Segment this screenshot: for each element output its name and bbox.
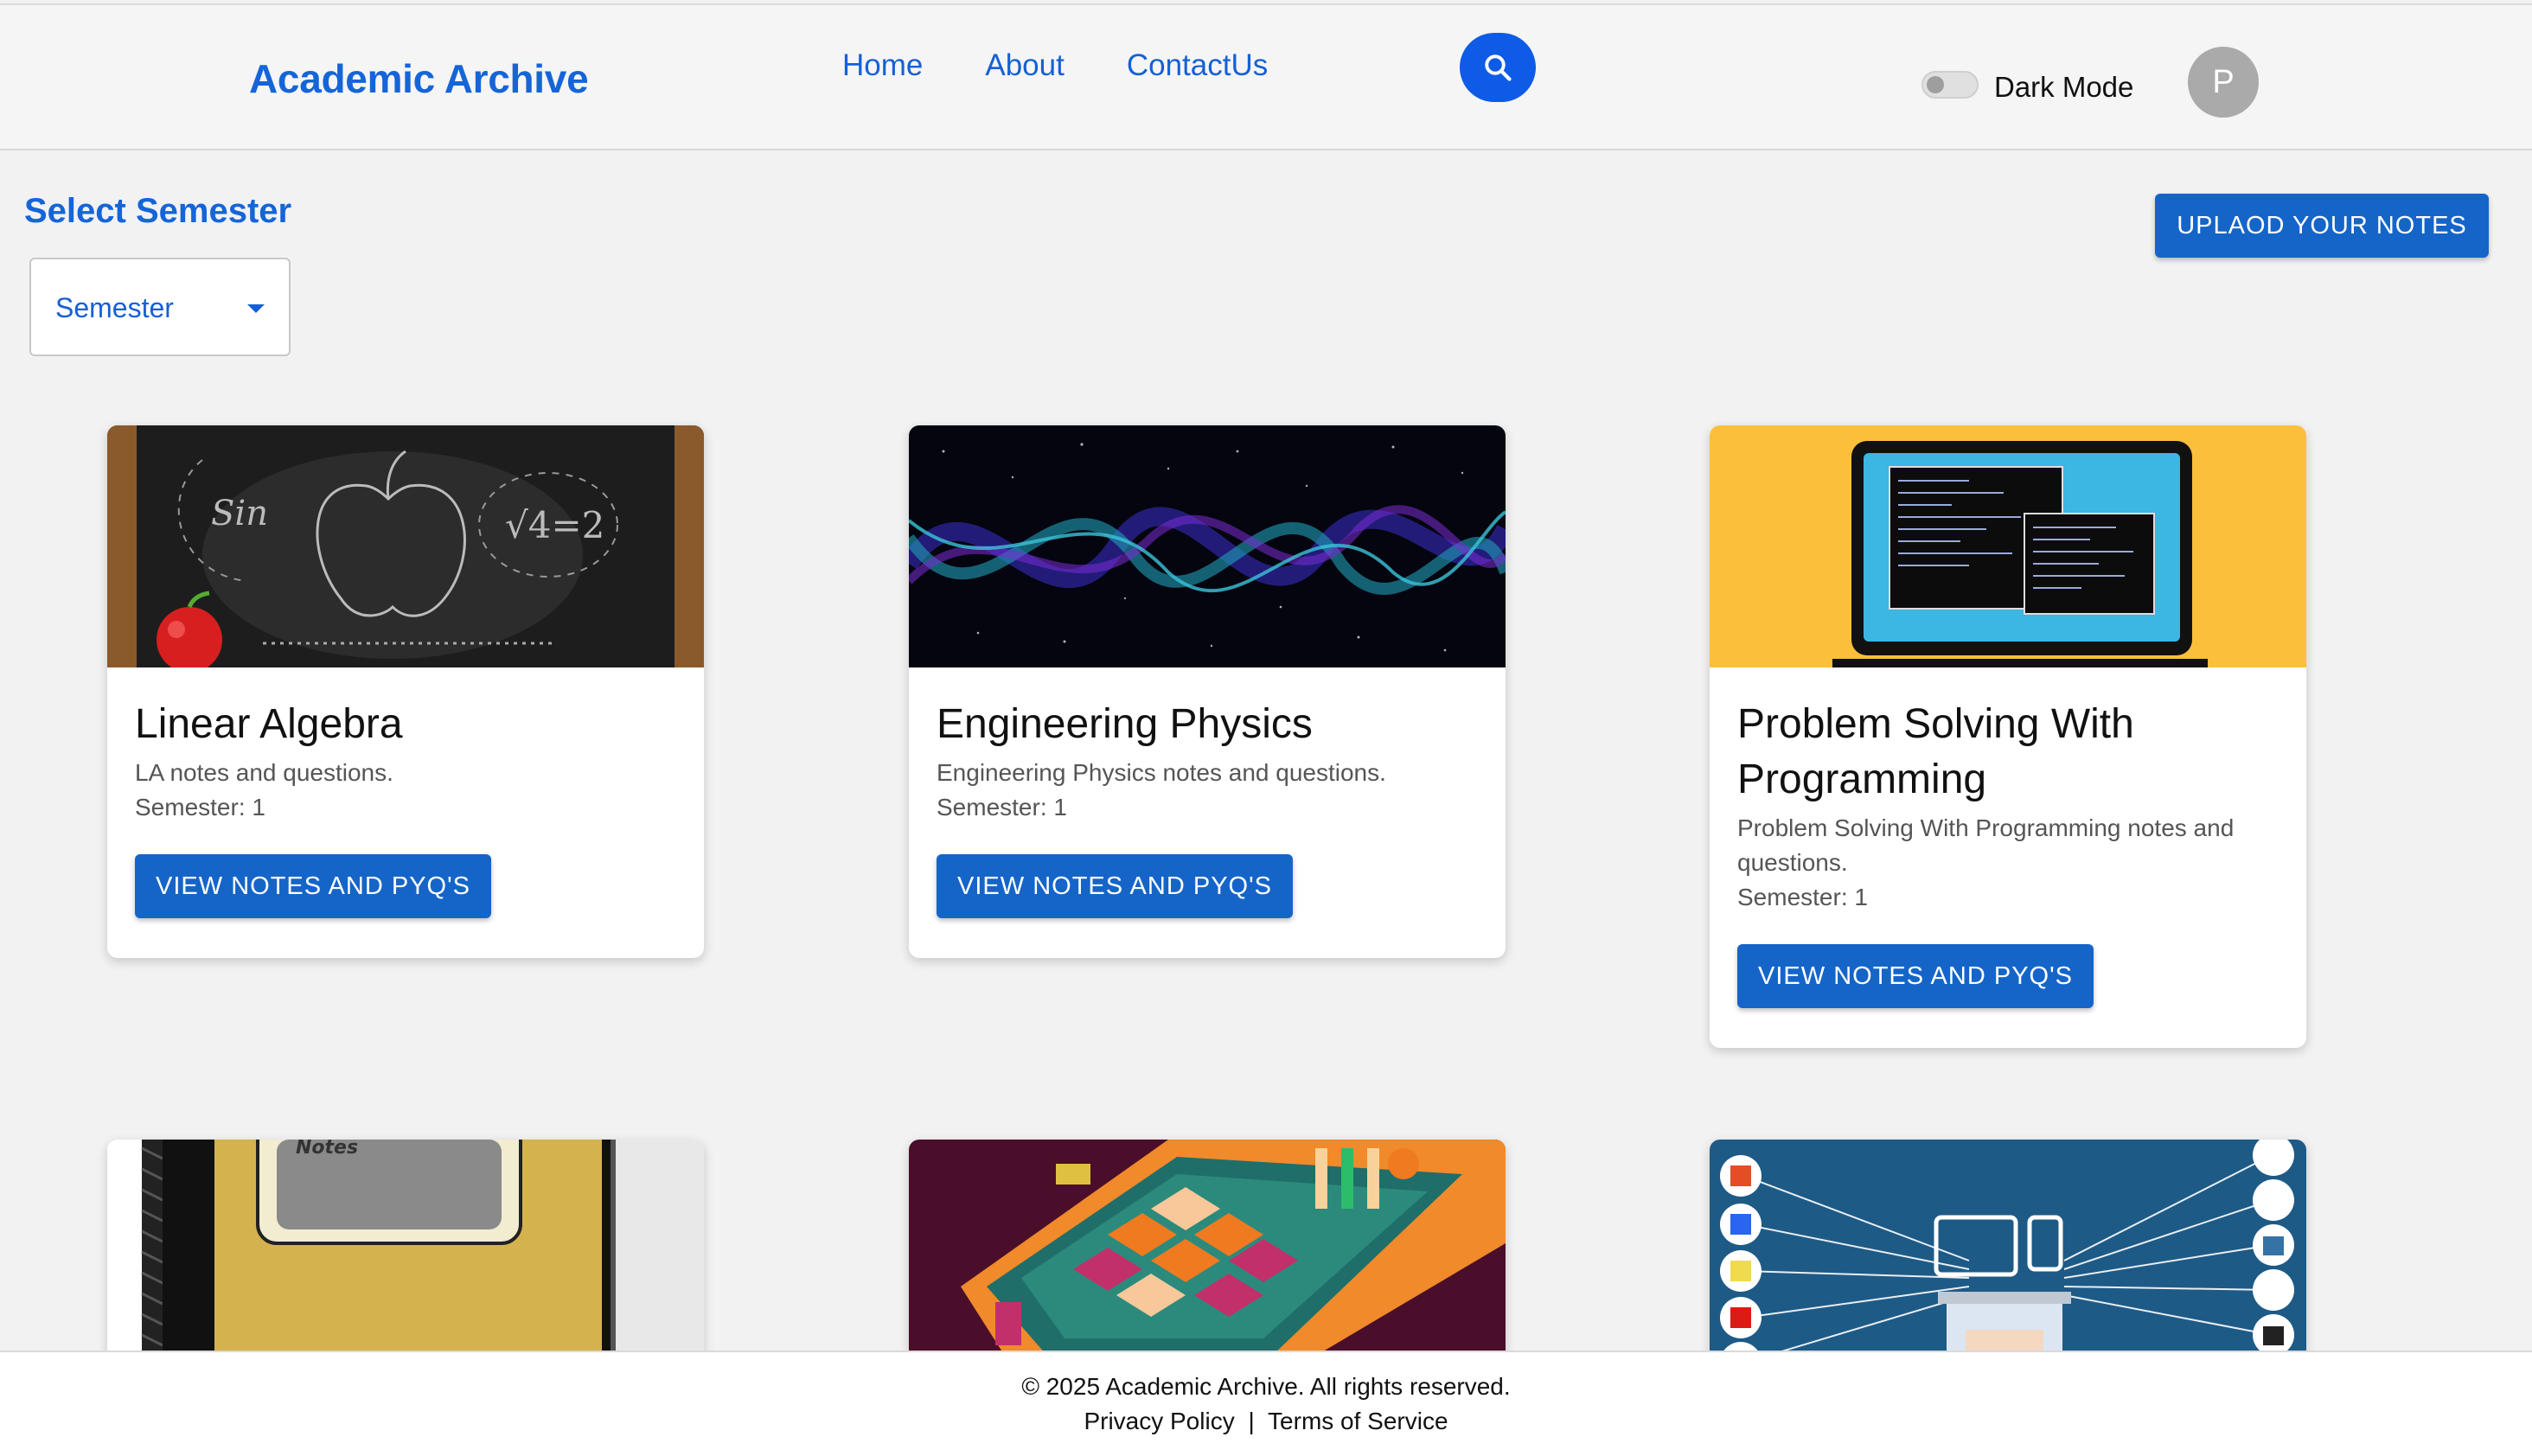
search-button[interactable] — [1460, 33, 1536, 102]
dark-mode-toggle[interactable] — [1921, 71, 1979, 99]
top-navbar: Academic Archive Home About ContactUs Da… — [0, 3, 2532, 150]
course-description: Engineering Physics notes and questions. — [937, 759, 1386, 786]
course-card: Sin √4=2 Linear Algebra LA notes and que… — [107, 425, 704, 958]
brand-logo-text[interactable]: Academic Archive — [249, 55, 589, 102]
course-semester: Semester: 1 — [1737, 884, 1868, 910]
course-image-web-technologies — [1710, 1140, 2306, 1382]
view-notes-button[interactable]: VIEW NOTES AND PYQ'S — [937, 854, 1293, 918]
course-description: LA notes and questions. — [135, 759, 393, 786]
nav-home-link[interactable]: Home — [842, 48, 923, 83]
privacy-policy-link[interactable]: Privacy Policy — [1084, 1408, 1234, 1434]
footer-links: Privacy Policy | Terms of Service — [0, 1408, 2532, 1435]
terms-of-service-link[interactable]: Terms of Service — [1268, 1408, 1448, 1434]
course-image-laptop-code — [1710, 425, 2306, 667]
course-card: Engineering Physics Engineering Physics … — [909, 425, 1506, 958]
upload-notes-button[interactable]: UPLAOD YOUR NOTES — [2155, 194, 2489, 258]
main-nav: Home About ContactUs — [842, 48, 1268, 83]
course-card: Problem Solving With Programming Problem… — [1710, 425, 2306, 1048]
card-body: Linear Algebra LA notes and questions. S… — [107, 667, 704, 958]
search-icon — [1485, 54, 1512, 81]
page-footer: © 2025 Academic Archive. All rights rese… — [0, 1351, 2532, 1456]
course-image-chalkboard: Sin √4=2 — [107, 425, 704, 667]
course-description: Problem Solving With Programming notes a… — [1737, 814, 2235, 876]
notebook-cover-text: Notes — [296, 1140, 358, 1159]
semester-dropdown-value: Semester — [55, 292, 174, 323]
course-image-notebook: Notes — [107, 1140, 704, 1382]
footer-copyright: © 2025 Academic Archive. All rights rese… — [1021, 1373, 1511, 1400]
course-image-isometric-keyboard — [909, 1140, 1506, 1382]
view-notes-button[interactable]: VIEW NOTES AND PYQ'S — [135, 854, 491, 918]
svg-text:Sin: Sin — [211, 494, 268, 533]
dark-mode-label: Dark Mode — [1994, 71, 2134, 103]
card-body: Engineering Physics Engineering Physics … — [909, 667, 1506, 958]
course-title: Engineering Physics — [937, 701, 1313, 747]
course-image-cosmic-waves — [909, 425, 1506, 667]
card-body: Problem Solving With Programming Problem… — [1710, 667, 2306, 1048]
nav-about-link[interactable]: About — [985, 48, 1064, 83]
course-semester: Semester: 1 — [135, 794, 265, 821]
select-semester-heading: Select Semester — [24, 192, 292, 230]
course-semester: Semester: 1 — [937, 794, 1067, 821]
semester-dropdown[interactable]: Semester — [29, 258, 291, 356]
view-notes-button[interactable]: VIEW NOTES AND PYQ'S — [1737, 944, 2094, 1008]
svg-text:√4=2: √4=2 — [505, 504, 604, 546]
toggle-knob — [1927, 76, 1944, 93]
nav-contact-link[interactable]: ContactUs — [1127, 48, 1268, 83]
course-title: Problem Solving With Programming — [1737, 701, 2134, 802]
footer-separator: | — [1248, 1408, 1255, 1434]
user-avatar[interactable]: P — [2188, 47, 2259, 118]
course-title: Linear Algebra — [135, 701, 403, 747]
chevron-down-icon — [247, 304, 265, 313]
